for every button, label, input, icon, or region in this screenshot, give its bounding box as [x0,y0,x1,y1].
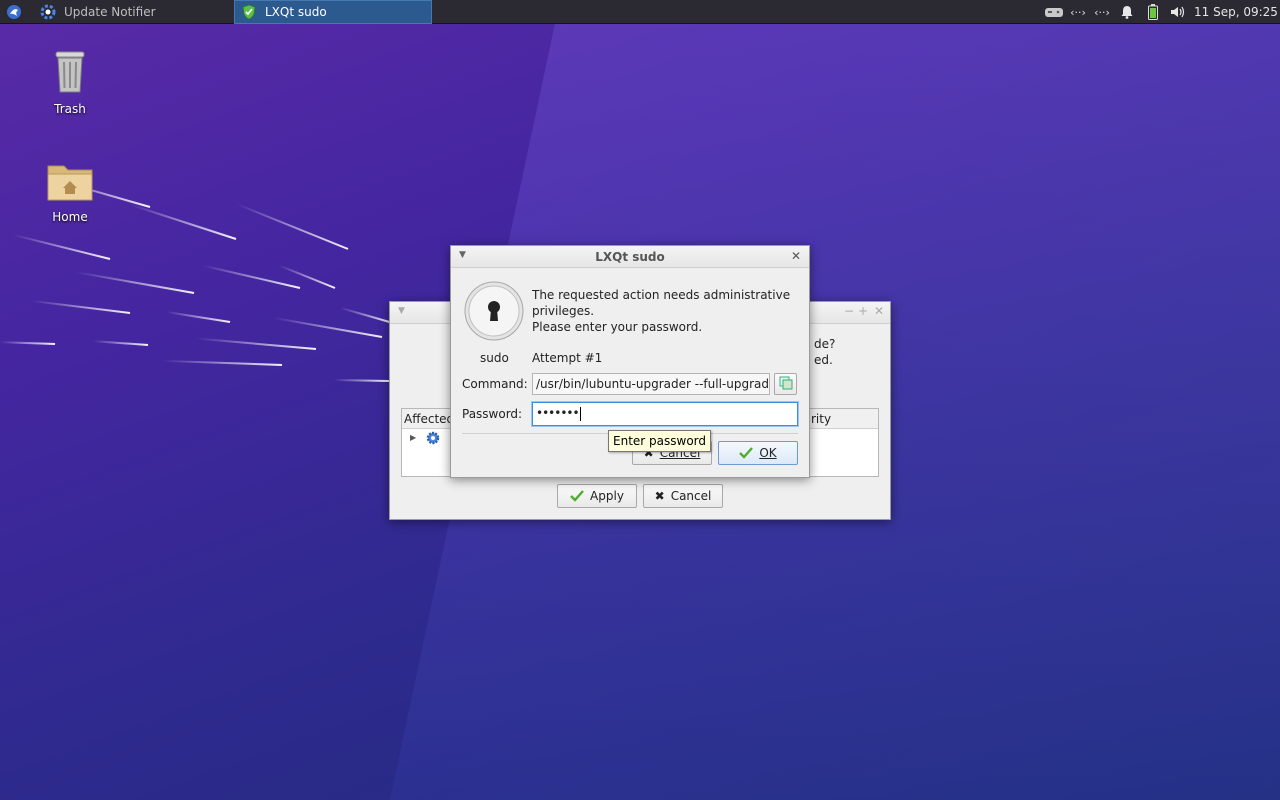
text-cursor [579,406,581,421]
gamepad-icon[interactable] [1044,5,1066,19]
background-streak [75,271,195,294]
copy-icon [779,376,793,393]
desktop-icon-label: Home [52,210,88,224]
message-line-3: Please enter your password. [532,320,703,334]
dialog-titlebar[interactable]: ▼ LXQt sudo ✕ [451,246,809,268]
ok-button[interactable]: OK [718,441,798,465]
column-header-severity[interactable]: rity [808,412,831,426]
command-field[interactable]: /usr/bin/lubuntu-upgrader --full-upgrade [532,373,770,395]
trash-icon [50,48,90,96]
password-field[interactable]: ••••••• [532,402,798,426]
background-streak [93,340,149,346]
task-label: LXQt sudo [265,5,327,19]
cancel-label: Cancel [670,489,712,503]
background-streak [333,379,390,382]
close-icon[interactable]: ✕ [874,304,884,318]
copy-command-button[interactable] [774,373,797,395]
task-update-notifier[interactable]: Update Notifier [34,0,230,24]
desktop-icon-trash[interactable]: Trash [30,48,110,116]
apply-label: Apply [590,489,624,503]
battery-icon[interactable] [1140,4,1166,20]
ok-label: OK [759,446,777,460]
network-icon[interactable]: ‹··› [1090,6,1114,19]
taskbar: Update Notifier LXQt sudo ‹··› ‹··› 11 S… [0,0,1280,24]
background-streak [236,203,349,250]
clock[interactable]: 11 Sep, 09:25 [1194,5,1278,19]
attempt-label: Attempt #1 [532,351,603,365]
volume-icon[interactable] [1166,5,1190,19]
background-streak [165,310,231,323]
password-dots: ••••••• [536,406,580,420]
background-streak [0,341,56,345]
expand-arrow-icon[interactable]: ▶ [410,433,416,442]
task-lxqt-sudo[interactable]: LXQt sudo [234,0,432,24]
network-icon[interactable]: ‹··› [1066,6,1090,19]
task-label: Update Notifier [64,5,156,19]
apply-button[interactable]: Apply [557,484,637,508]
background-streak [12,233,111,260]
home-folder-icon [46,160,94,204]
sudo-user-label: sudo [480,351,509,365]
message-line-2: privileges. [532,304,595,318]
password-label: Password: [462,407,523,421]
command-label: Command: [462,377,528,391]
update-notifier-icon [40,4,56,20]
upgrade-question-text: de? [814,337,836,351]
background-streak [339,306,394,324]
dialog-title: LXQt sudo [595,250,665,264]
password-tooltip: Enter password [608,430,711,452]
keyhole-lock-icon [464,281,524,341]
checkmark-icon [570,490,584,502]
column-header-affected[interactable]: Affected [404,412,454,426]
desktop-icon-label: Trash [54,102,86,116]
checkmark-icon [739,447,754,459]
lxqt-sudo-dialog: ▼ LXQt sudo ✕ The requested action needs… [450,245,810,478]
desktop-icon-home[interactable]: Home [30,160,110,224]
minimize-icon[interactable]: − [844,304,854,318]
message-line-1: The requested action needs administrativ… [532,288,791,302]
main-menu-button[interactable] [0,0,30,24]
background-streak [30,299,131,314]
background-streak [131,204,237,240]
background-streak [273,316,383,338]
lubuntu-logo-icon [6,4,22,20]
cancel-x-icon: ✖ [654,489,665,503]
gear-icon [426,431,440,448]
system-tray: ‹··› ‹··› 11 Sep, 09:25 [1044,0,1278,24]
background-streak [162,359,283,366]
window-menu-icon[interactable]: ▼ [398,306,405,316]
maximize-icon[interactable]: + [858,304,868,318]
background-streak [196,337,317,350]
shield-icon [241,4,257,20]
cancel-button[interactable]: ✖ Cancel [643,484,723,508]
upgrade-info-text: ed. [814,353,833,367]
notification-bell-icon[interactable] [1114,5,1140,19]
close-icon[interactable]: ✕ [791,249,801,263]
